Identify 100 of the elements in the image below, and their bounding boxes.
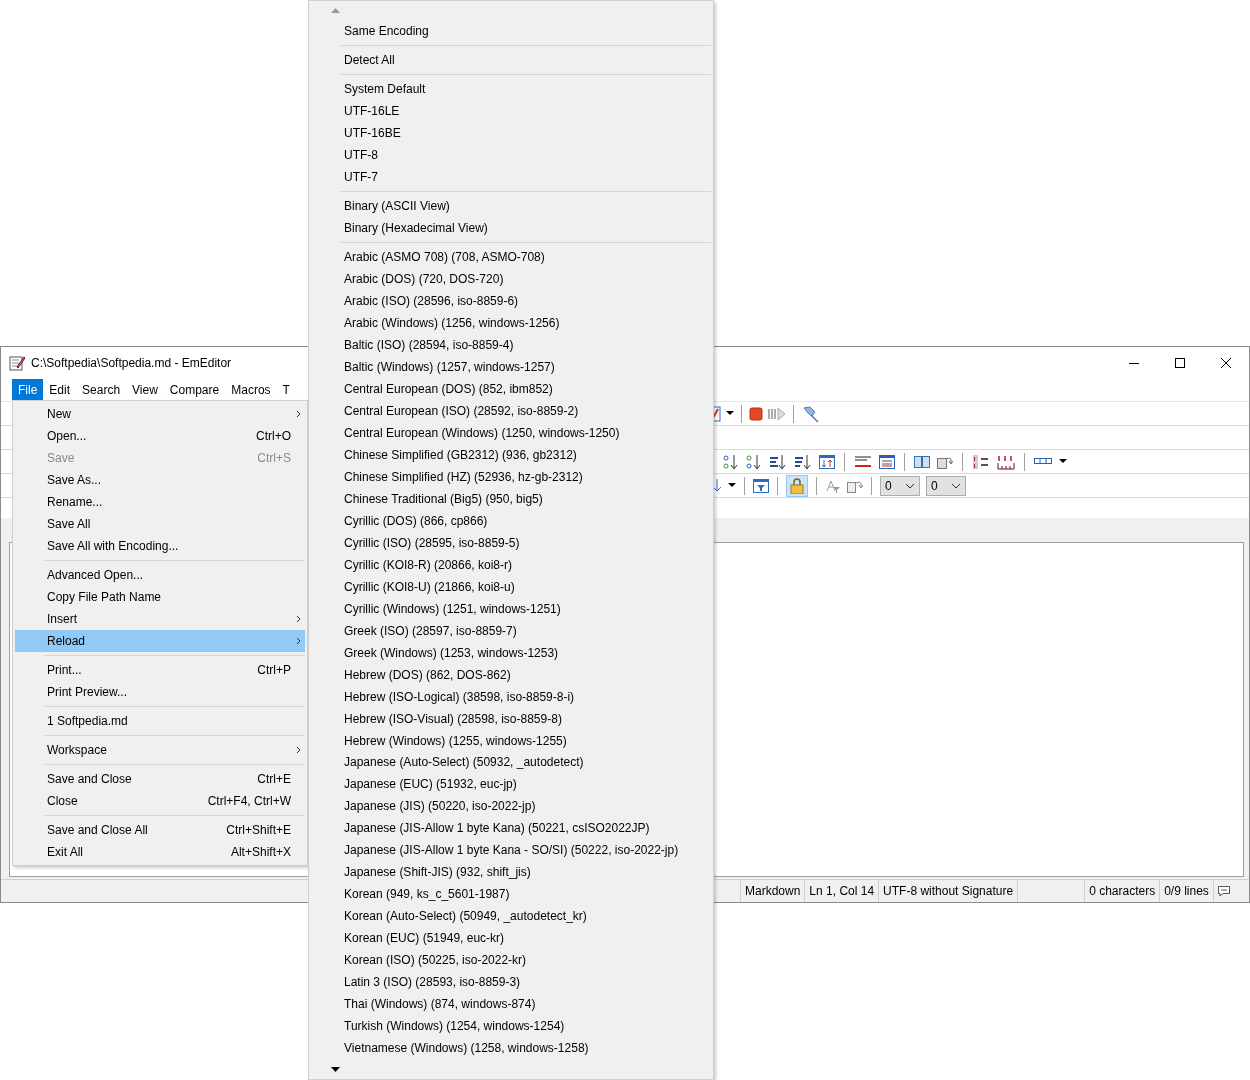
- scroll-down-icon[interactable]: [331, 1066, 340, 1072]
- menu-item[interactable]: Reload: [15, 630, 305, 652]
- stop-icon[interactable]: [749, 406, 763, 421]
- menu-bar-item[interactable]: File: [12, 379, 44, 401]
- menu-item[interactable]: Greek (Windows) (1253, windows-1253): [311, 641, 711, 664]
- menu-item[interactable]: New: [15, 403, 305, 425]
- menu-item[interactable]: Save As...: [15, 469, 305, 491]
- menu-item[interactable]: Rename...: [15, 491, 305, 513]
- menu-item[interactable]: Print Preview...: [15, 681, 305, 703]
- menu-item[interactable]: Cyrillic (Windows) (1251, windows-1251): [311, 597, 711, 620]
- menu-item[interactable]: Cyrillic (DOS) (866, cp866): [311, 509, 711, 532]
- filter-text-icon[interactable]: [825, 478, 841, 493]
- menu-bar-item[interactable]: Compare: [163, 379, 226, 401]
- menu-item[interactable]: Same Encoding: [311, 20, 711, 42]
- status-bar-field: Markdown: [740, 880, 805, 902]
- menu-item[interactable]: Japanese (Shift-JIS) (932, shift_jis): [311, 861, 711, 884]
- menu-item[interactable]: Korean (EUC) (51949, euc-kr): [311, 927, 711, 950]
- menu-bar-item[interactable]: Edit: [43, 379, 77, 401]
- menu-item[interactable]: Cyrillic (KOI8-R) (20866, koi8-r): [311, 553, 711, 576]
- maximize-icon: [1175, 358, 1185, 368]
- menu-item[interactable]: Cyrillic (ISO) (28595, iso-8859-5): [311, 531, 711, 554]
- menu-item[interactable]: Binary (ASCII View): [311, 194, 711, 217]
- menu-item[interactable]: Central European (Windows) (1250, windows-1250): [311, 421, 711, 444]
- menu-item[interactable]: Detect All: [311, 49, 711, 71]
- menu-item[interactable]: Cyrillic (KOI8-U) (21866, koi8-u): [311, 575, 711, 598]
- menu-item[interactable]: Japanese (JIS-Allow 1 byte Kana) (50221, csISO2022JP): [311, 817, 711, 840]
- menu-item[interactable]: Workspace: [15, 739, 305, 761]
- menu-item[interactable]: Save All with Encoding...: [15, 535, 305, 557]
- menu-item[interactable]: UTF-7: [311, 165, 711, 188]
- menu-item[interactable]: Hebrew (ISO-Visual) (28598, iso-8859-8): [311, 707, 711, 730]
- menu-item[interactable]: Hebrew (DOS) (862, DOS-862): [311, 663, 711, 686]
- menu-item[interactable]: Chinese Traditional (Big5) (950, big5): [311, 487, 711, 510]
- sort-descending-icon[interactable]: [746, 453, 762, 470]
- menu-item[interactable]: Vietnamese (Windows) (1258, windows-1258): [311, 1037, 711, 1060]
- menu-item[interactable]: Thai (Windows) (874, windows-874): [311, 993, 711, 1016]
- split-columns-icon[interactable]: [914, 454, 930, 469]
- reverse-sort-icon[interactable]: [819, 453, 835, 470]
- menu-item[interactable]: Save and Close Ctrl+E: [15, 768, 305, 790]
- menu-item[interactable]: Save and Close All Ctrl+Shift+E: [15, 819, 305, 841]
- ruler-icon[interactable]: [997, 453, 1015, 470]
- dropdown-caret-icon[interactable]: [1059, 459, 1067, 464]
- menu-item[interactable]: Insert: [15, 608, 305, 630]
- menu-item[interactable]: UTF-8: [311, 143, 711, 166]
- menu-bar-item[interactable]: T: [276, 379, 296, 401]
- menu-item[interactable]: Open... Ctrl+O: [15, 425, 305, 447]
- number-dropdown[interactable]: 0: [880, 475, 920, 496]
- menu-bar-item[interactable]: Search: [76, 379, 127, 401]
- menu-item[interactable]: Greek (ISO) (28597, iso-8859-7): [311, 619, 711, 642]
- menu-item[interactable]: Hebrew (ISO-Logical) (38598, iso-8859-8-i): [311, 685, 711, 708]
- menu-item[interactable]: Japanese (EUC) (51932, euc-jp): [311, 773, 711, 796]
- menu-item[interactable]: Advanced Open...: [15, 564, 305, 586]
- menu-item[interactable]: Save All: [15, 513, 305, 535]
- menu-item[interactable]: Arabic (ISO) (28596, iso-8859-6): [311, 289, 711, 312]
- menu-item[interactable]: Japanese (JIS-Allow 1 byte Kana - SO/SI) (50222, iso-2022-jp): [311, 839, 711, 862]
- menu-item[interactable]: UTF-16BE: [311, 121, 711, 144]
- filter-window-icon[interactable]: [753, 477, 769, 494]
- menu-bar-item[interactable]: Macros: [225, 379, 277, 401]
- sort-lines-icon[interactable]: [769, 453, 787, 470]
- menu-item[interactable]: Japanese (Auto-Select) (50932, _autodetect): [311, 751, 711, 774]
- dropdown-caret-icon[interactable]: [728, 483, 736, 488]
- window-title: C:\Softpedia\Softpedia.md - EmEditor: [31, 356, 232, 370]
- menu-item[interactable]: System Default: [311, 77, 711, 100]
- number-dropdown[interactable]: 0: [926, 475, 966, 496]
- menu-item[interactable]: Korean (Auto-Select) (50949, _autodetect_kr): [311, 905, 711, 928]
- status-bar-field: 0 characters: [1084, 880, 1160, 902]
- comment-icon[interactable]: [1217, 885, 1230, 897]
- menu-item[interactable]: Print... Ctrl+P: [15, 659, 305, 681]
- toolbar-layout-icon[interactable]: [1034, 457, 1052, 466]
- pushpin-icon[interactable]: [801, 404, 819, 423]
- menu-item[interactable]: Central European (ISO) (28592, iso-8859-2): [311, 399, 711, 422]
- menu-item[interactable]: Arabic (DOS) (720, DOS-720): [311, 267, 711, 290]
- menu-item[interactable]: Binary (Hexadecimal View): [311, 216, 711, 239]
- menu-item[interactable]: Copy File Path Name: [15, 586, 305, 608]
- menu-item[interactable]: Arabic (Windows) (1256, windows-1256): [311, 311, 711, 334]
- dropdown-caret-icon[interactable]: [726, 411, 734, 416]
- menu-item[interactable]: Korean (949, ks_c_5601-1987): [311, 883, 711, 906]
- menu-item[interactable]: Central European (DOS) (852, ibm852): [311, 377, 711, 400]
- text-window-icon[interactable]: [879, 453, 895, 470]
- menu-item[interactable]: Close Ctrl+F4, Ctrl+W: [15, 790, 305, 812]
- menu-item[interactable]: UTF-16LE: [311, 99, 711, 122]
- sort-ascending-icon[interactable]: [723, 453, 739, 470]
- menu-item[interactable]: Chinese Simplified (HZ) (52936, hz-gb-2312): [311, 465, 711, 488]
- menu-item[interactable]: Exit All Alt+Shift+X: [15, 841, 305, 863]
- menu-item[interactable]: Japanese (JIS) (50220, iso-2022-jp): [311, 795, 711, 818]
- menu-item[interactable]: 1 Softpedia.md: [15, 710, 305, 732]
- padlock-icon: [790, 477, 804, 494]
- menu-item[interactable]: Chinese Simplified (GB2312) (936, gb2312): [311, 443, 711, 466]
- menu-item[interactable]: Latin 3 (ISO) (28593, iso-8859-3): [311, 971, 711, 994]
- line-numbers-icon[interactable]: [972, 453, 990, 470]
- menu-bar-item[interactable]: View: [126, 379, 164, 401]
- chevron-down-icon: [951, 482, 961, 489]
- menu-item[interactable]: Turkish (Windows) (1254, windows-1254): [311, 1015, 711, 1038]
- down-arrow-icon[interactable]: [712, 478, 722, 493]
- sort-lines-icon[interactable]: [794, 453, 812, 470]
- menu-item[interactable]: Korean (ISO) (50225, iso-2022-kr): [311, 949, 711, 972]
- menu-item[interactable]: Hebrew (Windows) (1255, windows-1255): [311, 729, 711, 752]
- menu-item[interactable]: Baltic (ISO) (28594, iso-8859-4): [311, 333, 711, 356]
- lock-button[interactable]: [786, 474, 808, 497]
- menu-item[interactable]: Arabic (ASMO 708) (708, ASMO-708): [311, 245, 711, 268]
- menu-item[interactable]: Baltic (Windows) (1257, windows-1257): [311, 355, 711, 378]
